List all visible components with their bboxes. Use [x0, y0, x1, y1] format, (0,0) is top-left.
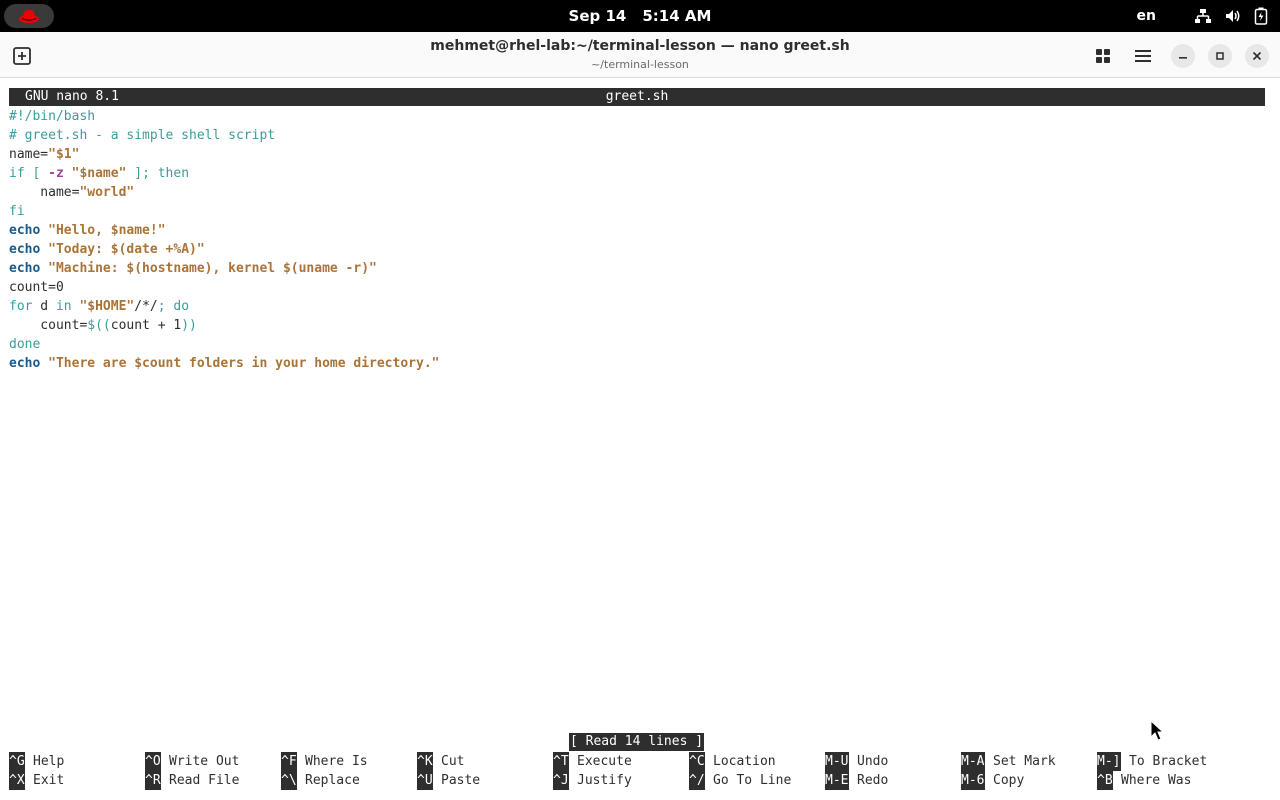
shortcut-to-bracket[interactable]: M-] To Bracket [1097, 752, 1207, 771]
terminal-headerbar: mehmet@rhel-lab:~/terminal-lesson — nano… [0, 32, 1280, 78]
code-line: done [9, 337, 41, 352]
network-icon [1195, 9, 1211, 23]
volume-icon [1226, 10, 1240, 22]
hamburger-menu-icon [1135, 50, 1151, 62]
code-line: name="world" [9, 185, 135, 200]
code-line: fi [9, 204, 25, 219]
shortcut-write-out[interactable]: ^O Write Out [145, 752, 239, 771]
terminal-view[interactable]: GNU nano 8.1 greet.sh #!/bin/bash # gree… [0, 79, 1280, 800]
window-subtitle: ~/terminal-lesson [591, 58, 689, 71]
shortcut-read-file[interactable]: ^R Read File [145, 771, 239, 790]
shortcut-redo[interactable]: M-E Redo [825, 771, 888, 790]
shortcut-replace[interactable]: ^\ Replace [281, 771, 360, 790]
minimize-icon [1179, 57, 1187, 59]
nano-status-message: [ Read 14 lines ] [569, 733, 705, 751]
maximize-icon [1216, 52, 1224, 60]
shortcut-justify[interactable]: ^J Justify [553, 771, 632, 790]
clock-date: Sep 14 [568, 7, 627, 25]
shortcut-where-was[interactable]: ^B Where Was [1097, 771, 1191, 790]
code-line: count=$((count + 1)) [9, 318, 197, 333]
new-tab-icon[interactable] [12, 46, 32, 66]
shortcut-where-is[interactable]: ^F Where Is [281, 752, 368, 771]
nano-title-bar: GNU nano 8.1 greet.sh [9, 88, 1265, 106]
maximize-button[interactable] [1208, 44, 1232, 68]
close-icon [1252, 51, 1262, 61]
shortcut-go-to-line[interactable]: ^/Go To Line [689, 771, 791, 790]
shortcut-location[interactable]: ^C Location [689, 752, 776, 771]
shortcut-set-mark[interactable]: M-A Set Mark [961, 752, 1056, 771]
code-line: count=0 [9, 280, 64, 295]
battery-icon [1254, 7, 1268, 25]
code-line: for d in "$HOME"/*/; do [9, 299, 190, 314]
shortcut-undo[interactable]: M-U Undo [825, 752, 888, 771]
shortcut-execute[interactable]: ^T Execute [553, 752, 632, 771]
nano-shortcut-bar: ^G Help ^X Exit ^O Write Out ^R Read File ^F… [9, 752, 1265, 792]
window-title: mehmet@rhel-lab:~/terminal-lesson — nano… [430, 38, 850, 54]
top-bar: Sep 14 5:14 AM en [0, 0, 1280, 32]
window-titles: mehmet@rhel-lab:~/terminal-lesson — nano… [300, 37, 980, 73]
clock-time: 5:14 AM [642, 7, 712, 25]
close-button[interactable] [1245, 44, 1269, 68]
tab-overview-button[interactable] [1091, 44, 1115, 68]
grid-icon [1096, 49, 1110, 63]
shortcut-cut[interactable]: ^K Cut [417, 752, 464, 771]
shortcut-help[interactable]: ^G Help [9, 752, 64, 771]
code-line: echo "There are $count folders in your h… [9, 356, 440, 371]
code-line: echo "Hello, $name!" [9, 223, 166, 238]
code-line: name="$1" [9, 147, 80, 162]
code-line: #!/bin/bash [9, 109, 96, 124]
editor-buffer[interactable]: #!/bin/bash # greet.sh - a simple shell … [9, 107, 439, 373]
code-line: if [ -z "$name" ]; then [9, 166, 190, 181]
nano-filename: greet.sh [605, 89, 669, 104]
main-menu-button[interactable] [1131, 44, 1155, 68]
shortcut-paste[interactable]: ^U Paste [417, 771, 480, 790]
clock[interactable]: Sep 14 5:14 AM [0, 0, 1280, 32]
code-line: echo "Today: $(date +%A)" [9, 242, 205, 257]
mouse-pointer-icon [1150, 720, 1165, 741]
code-line: echo "Machine: $(hostname), kernel $(una… [9, 261, 377, 276]
shortcut-copy[interactable]: M-6 Copy [961, 771, 1024, 790]
code-line: # greet.sh - a simple shell script [9, 128, 276, 143]
minimize-button[interactable] [1171, 44, 1195, 68]
keyboard-language-indicator[interactable]: en [1137, 8, 1156, 24]
shortcut-exit[interactable]: ^X Exit [9, 771, 64, 790]
system-tray[interactable]: en [1137, 0, 1268, 32]
